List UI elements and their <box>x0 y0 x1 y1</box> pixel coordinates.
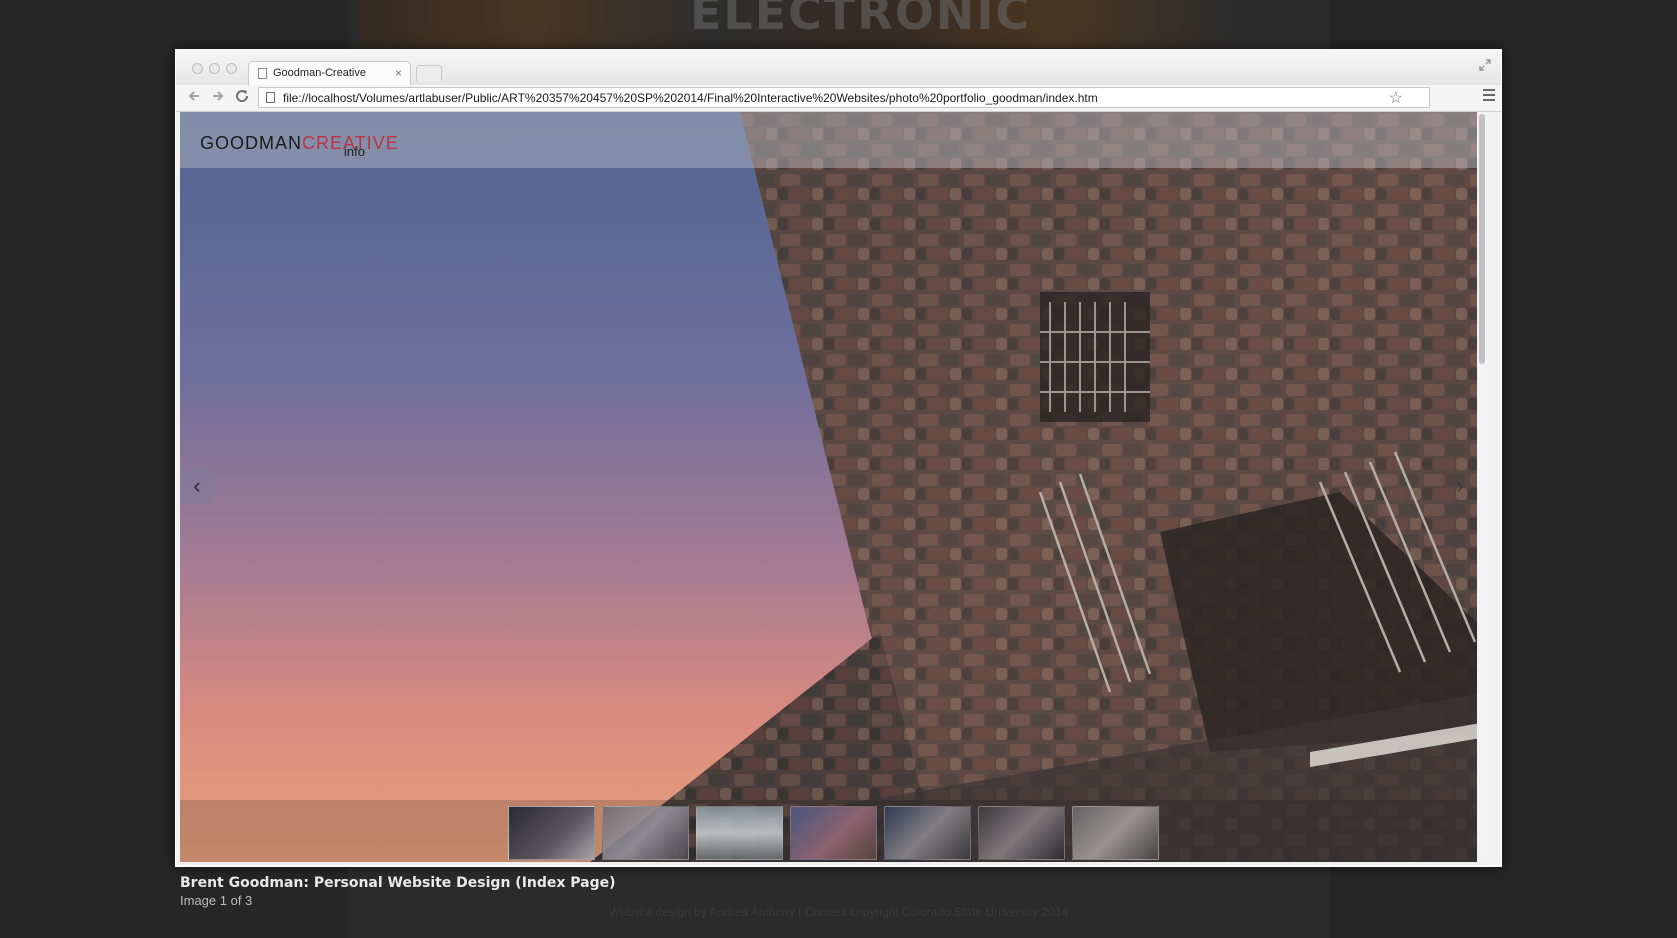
page-icon <box>258 68 267 79</box>
scrollbar-thumb[interactable] <box>1479 114 1485 364</box>
window-minimize-button[interactable] <box>209 63 220 74</box>
site-header: GOODMANCREATIVE info <box>180 112 1487 168</box>
image-counter: Image 1 of 3 <box>180 893 253 908</box>
lightbox-caption: Brent Goodman: Personal Website Design (… <box>180 875 616 908</box>
browser-toolbar: file://localhost/Volumes/artlabuser/Publ… <box>176 85 1501 112</box>
address-bar[interactable]: file://localhost/Volumes/artlabuser/Publ… <box>258 87 1430 108</box>
prev-arrow-button[interactable]: ‹ <box>180 470 214 504</box>
page-icon <box>266 92 275 103</box>
backdrop-heading: ELECTRONIC <box>690 0 1032 40</box>
thumbnail-1[interactable] <box>508 806 595 860</box>
tower-photo <box>180 112 1487 862</box>
window-close-button[interactable] <box>192 63 203 74</box>
browser-window: Goodman-Creative × file://localhost/Volu… <box>176 49 1501 865</box>
forward-arrow-icon[interactable] <box>210 88 226 109</box>
caption-title: Brent Goodman: Personal Website Design (… <box>180 875 616 891</box>
hamburger-menu-icon[interactable] <box>1483 89 1495 101</box>
browser-titlebar: Goodman-Creative × <box>176 49 1501 85</box>
thumbnail-strip <box>180 800 1487 862</box>
back-arrow-icon[interactable] <box>186 88 202 109</box>
tab-title: Goodman-Creative <box>273 67 366 79</box>
thumbnail-7[interactable] <box>1072 806 1159 860</box>
site-logo[interactable]: GOODMANCREATIVE <box>200 132 399 154</box>
window-zoom-button[interactable] <box>226 63 237 74</box>
fullscreen-icon[interactable] <box>1479 59 1491 74</box>
star-icon[interactable]: ☆ <box>1389 90 1403 108</box>
new-tab-button[interactable] <box>416 65 442 81</box>
web-viewport: GOODMANCREATIVE info ‹ › <box>180 112 1487 862</box>
thumbnail-2[interactable] <box>602 806 689 860</box>
vertical-scrollbar[interactable] <box>1477 112 1487 862</box>
thumbnail-list <box>508 806 1159 860</box>
thumbnail-4[interactable] <box>790 806 877 860</box>
next-arrow-button[interactable]: › <box>1443 470 1477 504</box>
chevron-right-icon: › <box>1456 473 1464 498</box>
thumbnail-6[interactable] <box>978 806 1065 860</box>
reload-icon[interactable] <box>234 88 250 109</box>
tab-close-icon[interactable]: × <box>395 66 402 80</box>
chevron-left-icon: ‹ <box>193 473 201 498</box>
logo-goodman: GOODMAN <box>200 133 303 153</box>
info-link[interactable]: info <box>344 144 365 159</box>
lightbox-frame: Goodman-Creative × file://localhost/Volu… <box>175 49 1502 867</box>
thumbnail-3[interactable] <box>696 806 783 860</box>
browser-tab[interactable]: Goodman-Creative × <box>248 61 411 85</box>
url-text[interactable]: file://localhost/Volumes/artlabuser/Publ… <box>283 91 1098 105</box>
thumbnail-5[interactable] <box>884 806 971 860</box>
